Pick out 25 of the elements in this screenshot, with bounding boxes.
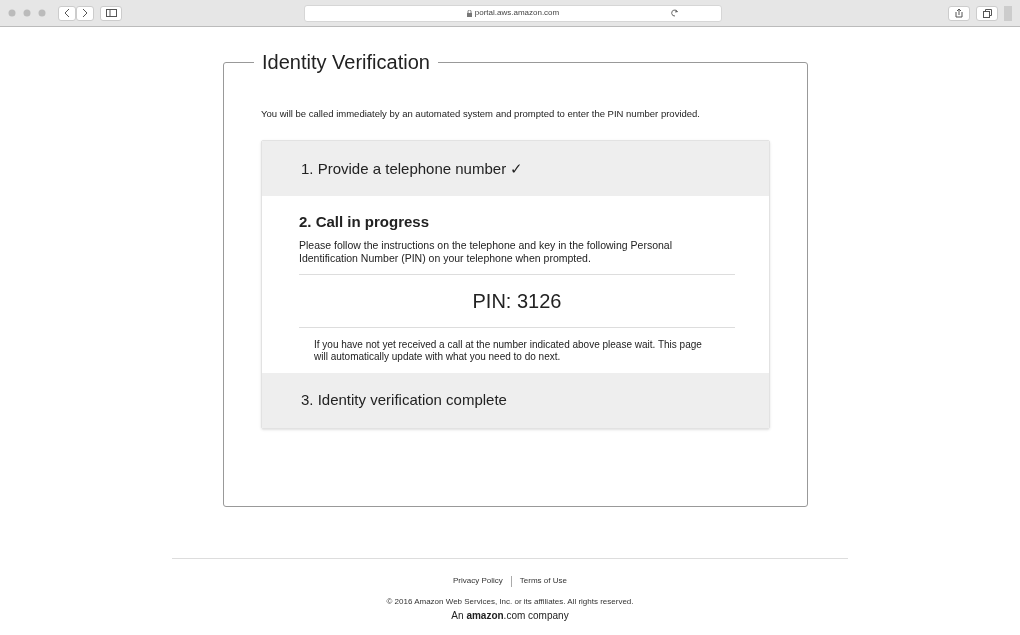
address-bar[interactable]: portal.aws.amazon.com [304, 4, 722, 22]
step-header: 1. Provide a telephone number ✓ [262, 141, 769, 197]
tabs-button[interactable] [976, 5, 998, 21]
forward-button[interactable] [76, 5, 94, 21]
footer-link[interactable]: Privacy Policy [453, 575, 503, 587]
window-controls-icon [8, 9, 46, 17]
chevron-left-icon [64, 9, 70, 17]
copyright-text: © 2016 Amazon Web Services, Inc. or its affiliates. All rights reserved. [386, 596, 634, 608]
sidebar-button[interactable] [100, 5, 122, 21]
tabs-icon [982, 8, 992, 18]
step-instructions: Please follow the instructions on the telephone and key in the following Personal Identification Number (PIN) on your telephone when prompted. [299, 238, 673, 265]
back-button[interactable] [58, 5, 76, 21]
step-header: 3. Identity verification complete [262, 372, 769, 428]
footer-link[interactable]: Terms of Use [519, 575, 567, 587]
lock-icon [466, 9, 472, 17]
intro-text: You will be called immediately by an automated system and prompted to enter the PIN number provided. [261, 107, 701, 121]
url-text: portal.aws.amazon.com [474, 7, 560, 19]
chevron-right-icon [82, 9, 88, 17]
sidebar-icon [105, 9, 117, 17]
waiting-note: If you have not yet received a call at the number indicated above please wait. This page will automatically update with what you need to do next. [313, 338, 703, 363]
share-icon [955, 8, 963, 18]
pin-code: PIN: 3126 [472, 288, 562, 314]
reload-icon[interactable] [671, 9, 679, 17]
step-title: 2. Call in progress [299, 212, 431, 233]
company-line: An amazon.com company [451, 609, 569, 623]
